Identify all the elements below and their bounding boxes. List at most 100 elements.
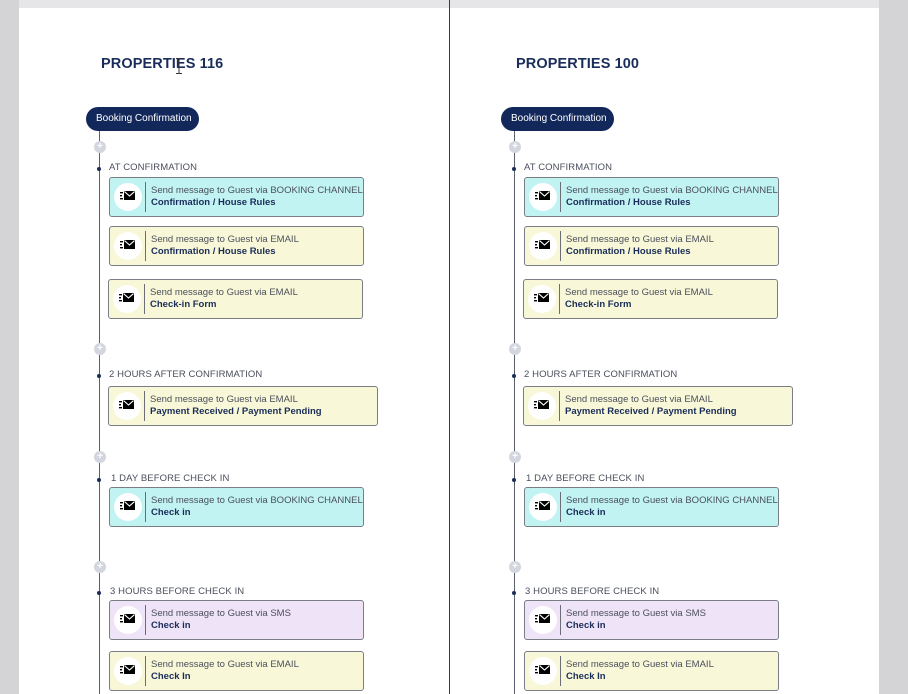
workflow-canvas: PROPERTIES 116 Booking Confirmation + AT CO… xyxy=(19,0,879,694)
timing-label: 1 DAY BEFORE CHECK IN xyxy=(111,473,230,484)
timing-label: 2 HOURS AFTER CONFIRMATION xyxy=(109,369,263,380)
template-name: Check in xyxy=(151,507,191,518)
card-separator xyxy=(145,656,146,686)
template-name: Check In xyxy=(151,671,191,682)
message-action-card[interactable]: Send message to Guest via BOOKING CHANNE… xyxy=(109,177,364,217)
message-action-card[interactable]: Send message to Guest via EMAIL Check In xyxy=(524,651,779,691)
timing-label: 3 HOURS BEFORE CHECK IN xyxy=(525,586,660,597)
icon-circle xyxy=(114,232,142,260)
timeline-dot xyxy=(97,478,101,482)
envelope-send-icon xyxy=(534,397,550,415)
icon-circle xyxy=(528,392,556,420)
icon-circle xyxy=(113,392,141,420)
action-description: Send message to Guest via EMAIL xyxy=(566,659,714,670)
plus-icon: + xyxy=(512,141,518,152)
template-name: Check in xyxy=(566,507,606,518)
icon-circle xyxy=(529,493,557,521)
envelope-send-icon xyxy=(120,237,136,255)
envelope-send-icon xyxy=(535,237,551,255)
card-separator xyxy=(559,284,560,314)
plus-icon: + xyxy=(97,561,103,572)
action-description: Send message to Guest via EMAIL xyxy=(151,234,299,245)
plus-icon: + xyxy=(97,343,103,354)
add-step-button[interactable]: + xyxy=(509,343,521,355)
envelope-send-icon xyxy=(119,397,135,415)
template-name: Check in xyxy=(566,620,606,631)
envelope-send-icon xyxy=(120,662,136,680)
message-action-card[interactable]: Send message to Guest via EMAIL Check-in… xyxy=(108,279,363,319)
icon-circle xyxy=(114,657,142,685)
trigger-pill[interactable]: Booking Confirmation xyxy=(501,107,614,131)
message-action-card[interactable]: Send message to Guest via EMAIL Payment … xyxy=(108,386,378,426)
message-action-card[interactable]: Send message to Guest via BOOKING CHANNE… xyxy=(109,487,364,527)
action-description: Send message to Guest via EMAIL xyxy=(150,287,298,298)
card-separator xyxy=(145,605,146,635)
add-step-button[interactable]: + xyxy=(94,561,106,573)
action-description: Send message to Guest via BOOKING CHANNE… xyxy=(566,185,778,196)
icon-circle xyxy=(114,606,142,634)
plus-icon: + xyxy=(97,451,103,462)
icon-circle xyxy=(529,657,557,685)
message-action-card[interactable]: Send message to Guest via EMAIL Confirma… xyxy=(109,226,364,266)
message-action-card[interactable]: Send message to Guest via EMAIL Check-in… xyxy=(523,279,778,319)
message-action-card[interactable]: Send message to Guest via EMAIL Payment … xyxy=(523,386,793,426)
envelope-send-icon xyxy=(535,188,551,206)
timeline-line xyxy=(514,124,515,694)
card-separator xyxy=(560,605,561,635)
card-separator xyxy=(559,391,560,421)
add-step-button[interactable]: + xyxy=(509,451,521,463)
action-description: Send message to Guest via EMAIL xyxy=(566,234,714,245)
action-description: Send message to Guest via BOOKING CHANNE… xyxy=(151,185,363,196)
property-column: PROPERTIES 116 Booking Confirmation + AT CO… xyxy=(19,0,449,694)
plus-icon: + xyxy=(512,561,518,572)
message-action-card[interactable]: Send message to Guest via EMAIL Confirma… xyxy=(524,226,779,266)
message-action-card[interactable]: Send message to Guest via SMS Check in xyxy=(109,600,364,640)
timing-label: AT CONFIRMATION xyxy=(524,162,613,173)
icon-circle xyxy=(528,285,556,313)
property-column: PROPERTIES 100 Booking Confirmation + AT CO… xyxy=(434,0,864,694)
template-name: Payment Received / Payment Pending xyxy=(150,406,322,417)
action-description: Send message to Guest via EMAIL xyxy=(150,394,298,405)
action-description: Send message to Guest via SMS xyxy=(566,608,706,619)
timeline-dot xyxy=(512,167,516,171)
timing-label: AT CONFIRMATION xyxy=(109,162,198,173)
card-separator xyxy=(145,492,146,522)
icon-circle xyxy=(114,183,142,211)
card-separator xyxy=(560,656,561,686)
envelope-send-icon xyxy=(120,498,136,516)
add-step-button[interactable]: + xyxy=(509,141,521,153)
envelope-send-icon xyxy=(119,290,135,308)
plus-icon: + xyxy=(512,343,518,354)
message-action-card[interactable]: Send message to Guest via BOOKING CHANNE… xyxy=(524,177,779,217)
timing-label: 3 HOURS BEFORE CHECK IN xyxy=(110,586,245,597)
envelope-send-icon xyxy=(535,498,551,516)
add-step-button[interactable]: + xyxy=(94,141,106,153)
envelope-send-icon xyxy=(120,188,136,206)
card-separator xyxy=(145,182,146,212)
message-action-card[interactable]: Send message to Guest via EMAIL Check In xyxy=(109,651,364,691)
card-separator xyxy=(145,231,146,261)
add-step-button[interactable]: + xyxy=(94,343,106,355)
message-action-card[interactable]: Send message to Guest via BOOKING CHANNE… xyxy=(524,487,779,527)
card-separator xyxy=(144,284,145,314)
action-description: Send message to Guest via BOOKING CHANNE… xyxy=(566,495,778,506)
timeline-dot xyxy=(512,591,516,595)
timeline-dot xyxy=(512,478,516,482)
template-name: Confirmation / House Rules xyxy=(151,197,276,208)
template-name: Payment Received / Payment Pending xyxy=(565,406,737,417)
add-step-button[interactable]: + xyxy=(509,561,521,573)
card-separator xyxy=(560,182,561,212)
envelope-send-icon xyxy=(535,662,551,680)
trigger-pill[interactable]: Booking Confirmation xyxy=(86,107,199,131)
message-action-card[interactable]: Send message to Guest via SMS Check in xyxy=(524,600,779,640)
template-name: Confirmation / House Rules xyxy=(151,246,276,257)
icon-circle xyxy=(113,285,141,313)
card-separator xyxy=(144,391,145,421)
property-title: PROPERTIES 100 xyxy=(516,56,640,72)
timeline-dot xyxy=(97,167,101,171)
timing-label: 2 HOURS AFTER CONFIRMATION xyxy=(524,369,678,380)
template-name: Check-in Form xyxy=(565,299,632,310)
action-description: Send message to Guest via EMAIL xyxy=(151,659,299,670)
add-step-button[interactable]: + xyxy=(94,451,106,463)
plus-icon: + xyxy=(512,451,518,462)
